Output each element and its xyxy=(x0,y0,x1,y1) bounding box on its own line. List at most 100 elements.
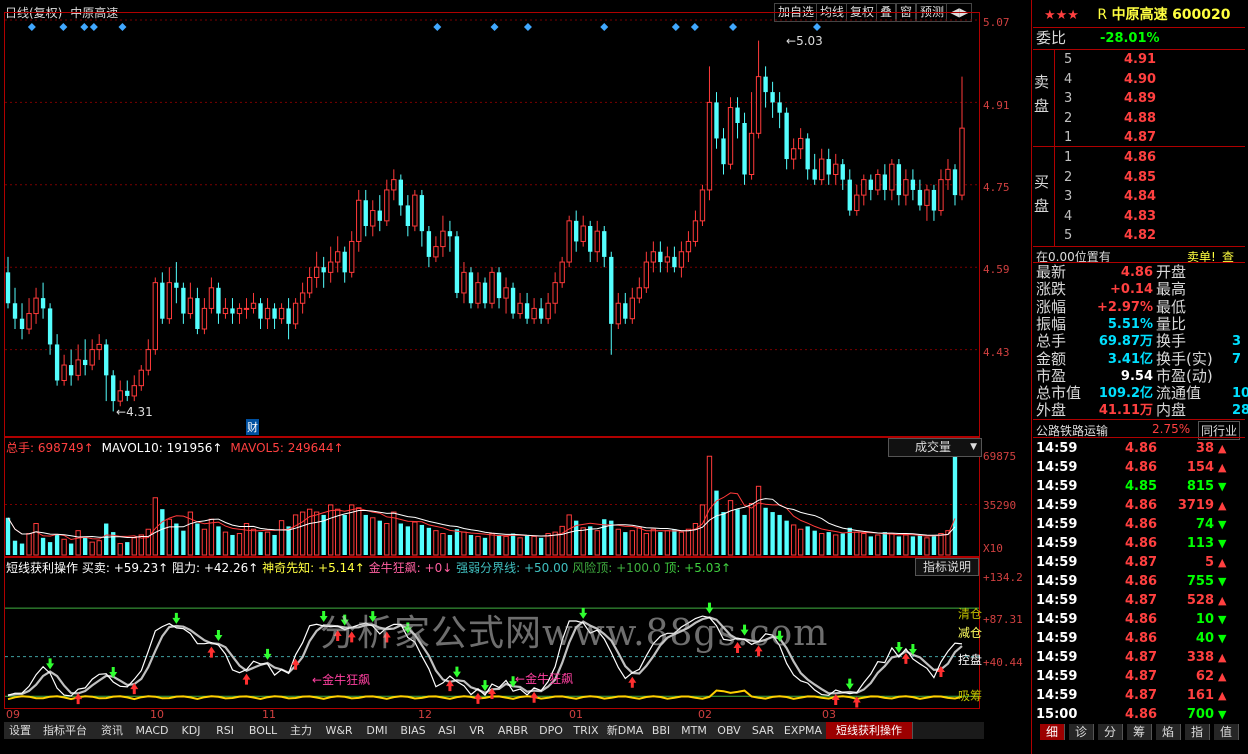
ind-axis-top: +134.2 xyxy=(983,571,1023,584)
candle-body xyxy=(678,251,685,268)
candle-body xyxy=(440,230,446,248)
signal-diamond-icon xyxy=(600,23,609,31)
candle-body xyxy=(784,112,789,160)
arrow-down-icon: ▼ xyxy=(1218,480,1227,493)
signal-diamond-icon xyxy=(729,23,738,31)
volume-bar xyxy=(910,536,916,555)
indicator-tab[interactable]: TRIX xyxy=(568,722,605,739)
signal-diamond-icon xyxy=(80,23,89,31)
high-label: 5.03 xyxy=(796,34,823,48)
stat-right-value: 28 xyxy=(1232,403,1248,419)
tick-price: 4.87 xyxy=(1125,593,1158,608)
volume-bar xyxy=(250,528,257,556)
stat-label: 市盈 xyxy=(1036,366,1067,385)
indicator-tab[interactable]: OBV xyxy=(712,722,747,739)
indicator-tab[interactable]: 资讯 xyxy=(94,722,131,739)
right-bottom-tab[interactable]: 分 xyxy=(1098,724,1123,740)
indicator-tab[interactable]: SAR xyxy=(746,722,781,739)
volume-bar xyxy=(903,534,909,556)
volume-bar xyxy=(658,532,663,555)
indicator-tab[interactable]: BOLL xyxy=(242,722,285,739)
candle-body xyxy=(54,344,60,381)
buy-arrow-icon xyxy=(242,673,251,685)
volume-bar xyxy=(433,530,439,556)
buy-price[interactable]: 4.82 xyxy=(1124,226,1156,245)
candle-body xyxy=(342,251,347,273)
sell-price[interactable]: 4.87 xyxy=(1124,128,1156,147)
right-bottom-tab[interactable]: 指 xyxy=(1185,724,1210,740)
candle-body xyxy=(454,236,460,293)
sell-arrow-icon xyxy=(214,630,223,642)
arrow-down-icon: ▼ xyxy=(1218,632,1227,645)
right-bottom-tab[interactable]: 值 xyxy=(1214,724,1239,740)
level-jiancang: 减仓 xyxy=(958,626,983,640)
buy-price[interactable]: 4.85 xyxy=(1124,168,1156,187)
sell-price[interactable]: 4.88 xyxy=(1124,109,1156,128)
indicator-help-button[interactable]: 指标说明 xyxy=(915,558,979,576)
indicator-tab[interactable]: EXPMA xyxy=(780,722,827,739)
indicator-tab[interactable]: ARBR xyxy=(492,722,535,739)
volume-bar xyxy=(278,520,285,556)
right-bottom-tab[interactable]: 筹 xyxy=(1127,724,1152,740)
arrow-down-icon: ▼ xyxy=(1218,575,1227,588)
indicator-tab[interactable]: 新DMA xyxy=(604,722,647,739)
stat-label: 涨幅 xyxy=(1036,297,1067,316)
indicator-tab[interactable]: DPO xyxy=(534,722,569,739)
right-bottom-tab[interactable]: 诊 xyxy=(1069,724,1094,740)
candle-body xyxy=(419,195,425,232)
candle-body xyxy=(917,189,923,206)
indicator-tab[interactable]: 短线获利操作 xyxy=(826,722,913,739)
volume-bar xyxy=(40,537,46,555)
indicator-tab[interactable]: KDJ xyxy=(174,722,209,739)
indicator-tab[interactable]: 指标平台 xyxy=(36,722,95,739)
price-axis-4.59: 4.59 xyxy=(983,263,1010,276)
right-bottom-tab[interactable]: 焰 xyxy=(1156,724,1181,740)
candle-body xyxy=(398,179,403,206)
buy-price[interactable]: 4.83 xyxy=(1124,207,1156,226)
indicator-tab[interactable]: 主力 xyxy=(284,722,319,739)
candle-body xyxy=(896,164,902,196)
candle-body xyxy=(40,298,46,309)
stat-label: 最新 xyxy=(1036,263,1067,281)
indicator-tab[interactable]: DMI xyxy=(360,722,395,739)
candle-body xyxy=(461,271,467,294)
candle-body xyxy=(770,92,775,103)
indicator-tab[interactable]: RSI xyxy=(208,722,243,739)
signal-diamond-icon xyxy=(433,23,442,31)
vol-axis-top: 69875 xyxy=(983,450,1017,463)
sell-price[interactable]: 4.90 xyxy=(1124,70,1156,89)
buy-price[interactable]: 4.86 xyxy=(1124,148,1156,167)
volume-bar xyxy=(833,534,839,556)
candle-body xyxy=(138,369,144,387)
volume-dropdown[interactable]: 成交量 ▼ xyxy=(888,438,982,457)
candle-body xyxy=(356,199,362,242)
volume-bar xyxy=(790,524,797,556)
x-axis-label: 03 xyxy=(822,708,836,721)
candle-body xyxy=(187,297,194,315)
indicator-tab[interactable]: BIAS xyxy=(394,722,433,739)
sell-level: 5 xyxy=(1064,52,1073,67)
tick-price: 4.85 xyxy=(1125,479,1158,494)
indicator-tab[interactable]: MACD xyxy=(130,722,175,739)
indicator-tab[interactable]: BBI xyxy=(646,722,677,739)
tick-volume: 700 xyxy=(1186,707,1214,722)
volume-bar xyxy=(26,533,32,556)
signal-diamond-icon xyxy=(490,23,499,31)
buy-arrow-icon xyxy=(628,676,637,688)
indicator-tab[interactable]: W&R xyxy=(318,722,361,739)
sell-level: 2 xyxy=(1064,110,1073,126)
arrow-down-icon: ▼ xyxy=(1218,537,1227,550)
sell-price[interactable]: 4.91 xyxy=(1124,50,1156,69)
volume-bar xyxy=(664,530,671,556)
stat-right-value: 10 xyxy=(1232,386,1248,402)
arrow-down-icon: ▼ xyxy=(1218,518,1227,531)
right-bottom-tab[interactable]: 细 xyxy=(1040,724,1065,740)
buy-price[interactable]: 4.84 xyxy=(1124,187,1156,206)
indicator-tab[interactable]: MTM xyxy=(676,722,713,739)
sell-price[interactable]: 4.89 xyxy=(1124,89,1156,108)
candle-body xyxy=(258,303,263,319)
indicator-tab[interactable]: 设置 xyxy=(4,722,37,739)
volume-bar xyxy=(840,533,845,555)
indicator-tab[interactable]: VR xyxy=(462,722,493,739)
indicator-tab[interactable]: ASI xyxy=(432,722,463,739)
